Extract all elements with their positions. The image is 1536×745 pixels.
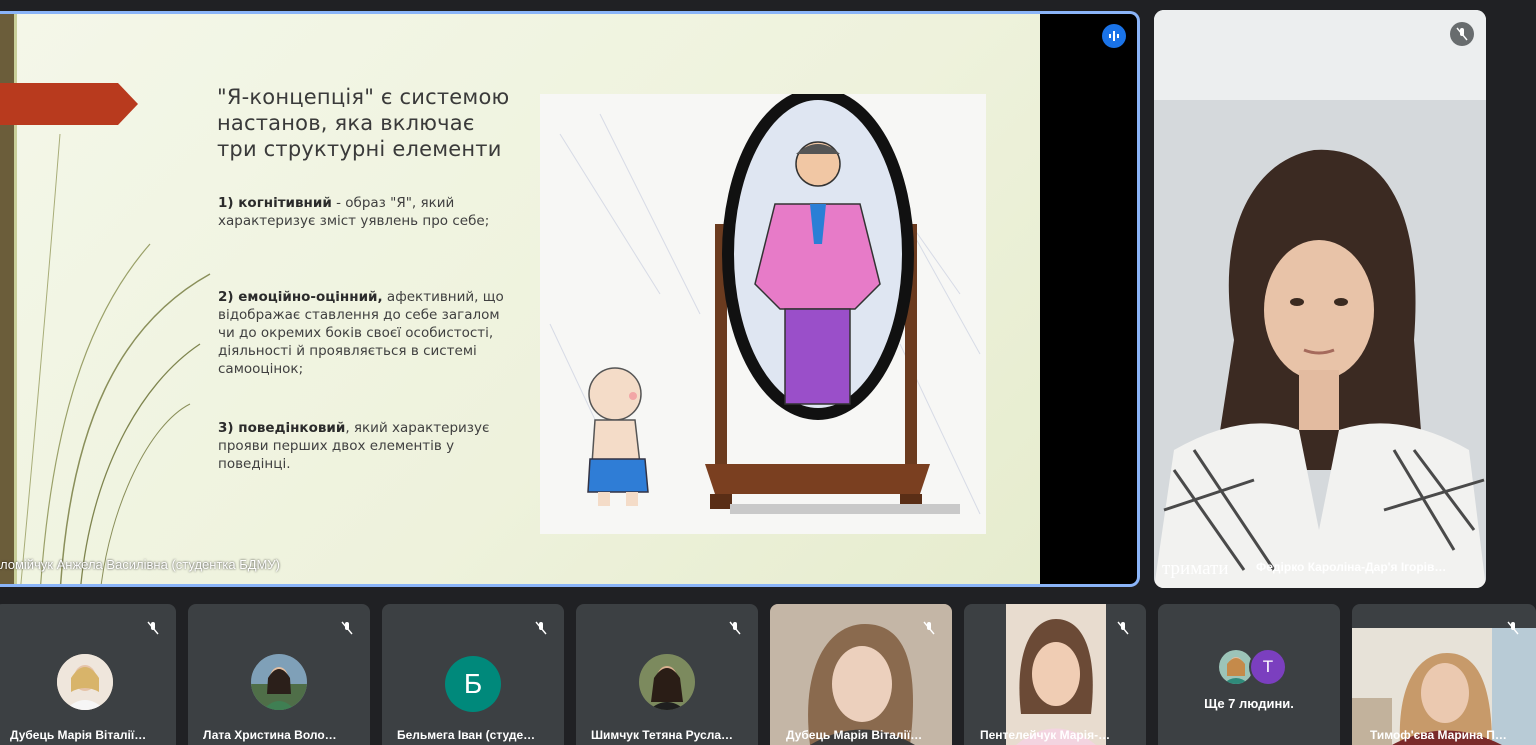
participant-name: Дубець Марія Віталії… <box>786 728 923 742</box>
slide-title: "Я-концепція" є системою настанов, яка в… <box>217 85 510 161</box>
presentation-tile[interactable]: "Я-концепція" є системою настанов, яка в… <box>0 11 1140 587</box>
muted-mic-icon <box>1501 616 1525 640</box>
slide-decor-grass <box>20 133 211 584</box>
slide-arrow-shape <box>0 83 138 125</box>
avatar-letter: Б <box>445 656 501 712</box>
participant-name: Тимоф'єва Марина П… <box>1370 728 1507 742</box>
participant-name: Шимчук Тетяна Русла… <box>591 728 734 742</box>
participant-thumbnail[interactable]: Пентелейчук Марія-… <box>964 604 1146 745</box>
avatar <box>251 654 307 710</box>
muted-mic-icon <box>723 616 747 640</box>
participant-thumbnail[interactable]: Б Бельмега Іван (студе… <box>382 604 564 745</box>
slide-item-bold: 1) когнітивний <box>218 195 332 211</box>
participant-video-tile[interactable]: тримати Федірко Кароліна-Дар'я Ігорів… <box>1154 10 1486 588</box>
participant-name: Дубець Марія Віталії… <box>10 728 147 742</box>
more-participants-label: Ще 7 людини. <box>1204 696 1294 711</box>
muted-mic-icon <box>529 616 553 640</box>
slide-item-cognitive: 1) когнітивний - образ "Я", який характе… <box>218 194 508 230</box>
muted-mic-icon <box>141 616 165 640</box>
mirror-illustration <box>540 94 986 534</box>
participant-thumbnail[interactable]: Дубець Марія Віталії… <box>0 604 176 745</box>
participant-thumbnail[interactable]: Тимоф'єва Марина П… <box>1352 604 1536 745</box>
presenter-name: ломійчук Анжела Василівна (студентка БДМ… <box>0 557 280 572</box>
speaking-indicator-icon <box>1102 24 1126 48</box>
participant-name: Лата Христина Воло… <box>203 728 337 742</box>
muted-mic-icon <box>1450 22 1474 46</box>
slide-item-emotional: 2) емоційно-оцінний, афективний, що відо… <box>218 288 508 378</box>
muted-mic-icon <box>335 616 359 640</box>
presentation-slide: "Я-концепція" є системою настанов, яка в… <box>0 14 1040 584</box>
participant-thumbnail[interactable]: Шимчук Тетяна Русла… <box>576 604 758 745</box>
slide-item-behavioral: 3) поведінковий, який характеризує прояв… <box>218 419 508 473</box>
participant-video <box>1154 10 1486 588</box>
more-participants-tile[interactable]: T Ще 7 людини. <box>1158 604 1340 745</box>
video-overlay-caption: тримати <box>1162 558 1229 579</box>
participant-video <box>1006 604 1106 745</box>
participant-name: Федірко Кароліна-Дар'я Ігорів… <box>1256 560 1447 574</box>
muted-mic-icon <box>917 616 941 640</box>
slide-item-bold: 3) поведінковий <box>218 420 346 436</box>
participant-name: Бельмега Іван (студе… <box>397 728 536 742</box>
muted-mic-icon <box>1111 616 1135 640</box>
slide-item-bold: 2) емоційно-оцінний, <box>218 289 383 305</box>
avatar <box>639 654 695 710</box>
participant-thumbnail[interactable]: Дубець Марія Віталії… <box>770 604 952 745</box>
participant-thumbnail[interactable]: Лата Христина Воло… <box>188 604 370 745</box>
participant-name: Пентелейчук Марія-… <box>980 728 1111 742</box>
avatar-letter: T <box>1249 648 1287 686</box>
avatar <box>57 654 113 710</box>
